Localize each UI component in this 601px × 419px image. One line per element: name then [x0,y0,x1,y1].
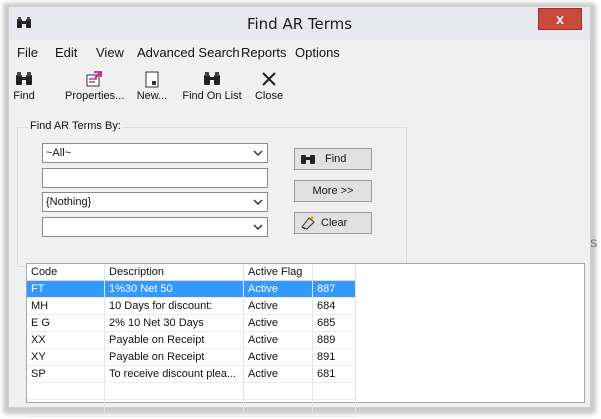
close-window-button[interactable]: x [538,8,582,30]
column-header-description[interactable]: Description [104,264,244,281]
cell-id: 684 [312,297,356,315]
clear-button-label: Clear [321,217,348,229]
cell-description: Payable on Receipt [104,348,244,366]
cell-code: XX [27,331,105,349]
properties-icon [86,71,102,87]
cell-description: 2% 10 Net 30 Days [104,314,244,332]
cell-id: 891 [312,348,356,366]
find-by-group-label: Find AR Terms By: [28,120,123,132]
table-row-empty [27,382,356,400]
properties-toolbar-label: Properties... [65,90,125,102]
cell-active-flag: Active [243,331,313,349]
cell-code: MH [27,297,105,315]
find-button[interactable]: Find [294,148,372,170]
new-document-icon [145,71,159,88]
cell-description: 10 Days for discount: [104,297,244,315]
results-table: Code Description Active Flag FT 1%30 Net… [27,264,356,417]
find-on-list-toolbar-button[interactable]: Find On List [181,70,243,114]
cell-code: FT [27,280,105,298]
menu-reports[interactable]: Reports [241,45,287,60]
second-value-combo[interactable] [42,217,268,237]
table-row[interactable]: XY Payable on Receipt Active 891 [27,348,356,366]
binoculars-icon [301,155,315,164]
table-row[interactable]: MH 10 Days for discount: Active 684 [27,297,356,315]
table-header-row: Code Description Active Flag [27,264,356,281]
clear-button[interactable]: Clear [294,212,372,234]
menu-edit[interactable]: Edit [55,45,77,60]
column-header-id[interactable] [312,264,356,281]
close-toolbar-label: Close [254,90,284,102]
column-header-active-flag[interactable]: Active Flag [243,264,313,281]
chevron-down-icon [253,199,263,206]
cell-description: Payable on Receipt [104,331,244,349]
field-selector-combo[interactable]: ~All~ [42,143,268,163]
cell-code: XY [27,348,105,366]
menu-view[interactable]: View [96,45,124,60]
menu-bar: File Edit View Advanced Search Reports O… [9,40,590,64]
close-toolbar-button[interactable]: Close [253,70,285,114]
column-header-code[interactable]: Code [27,264,105,281]
menu-options[interactable]: Options [295,45,340,60]
cell-active-flag: Active [243,348,313,366]
find-toolbar-label: Find [13,90,35,102]
cell-id: 887 [312,280,356,298]
cell-id: 889 [312,331,356,349]
find-by-group: Find AR Terms By: ~All~ {Nothing} Find M… [17,120,407,267]
title-bar[interactable]: Find AR Terms x [9,7,590,40]
table-row[interactable]: SP To receive discount plea... Active 68… [27,365,356,383]
results-grid[interactable]: Code Description Active Flag FT 1%30 Net… [26,263,585,417]
menu-advanced-search[interactable]: Advanced Search [137,45,240,60]
field-selector-value: ~All~ [46,147,72,159]
cell-code: SP [27,365,105,383]
binoculars-icon [16,72,32,85]
search-value-input[interactable] [42,168,268,188]
properties-toolbar-button[interactable]: Properties... [65,70,125,114]
eraser-icon [301,216,315,230]
cell-description: 1%30 Net 50 [104,280,244,298]
background-edge-text: S [590,238,598,250]
table-row[interactable]: E G 2% 10 Net 30 Days Active 685 [27,314,356,332]
cell-active-flag: Active [243,280,313,298]
table-row-empty [27,399,356,417]
cell-active-flag: Active [243,297,313,315]
chevron-down-icon [253,150,263,157]
cell-active-flag: Active [243,314,313,332]
second-field-value: {Nothing} [46,196,92,208]
table-row[interactable]: FT 1%30 Net 50 Active 887 [27,280,356,298]
cell-active-flag: Active [243,365,313,383]
find-toolbar-button[interactable]: Find [11,70,37,114]
find-button-label: Find [325,153,347,165]
table-row[interactable]: XX Payable on Receipt Active 889 [27,331,356,349]
second-field-combo[interactable]: {Nothing} [42,192,268,212]
cell-code: E G [27,314,105,332]
cell-id: 681 [312,365,356,383]
close-x-icon [262,72,276,86]
new-toolbar-button[interactable]: New... [135,70,169,114]
menu-file[interactable]: File [17,45,38,60]
new-toolbar-label: New... [136,90,168,102]
more-button[interactable]: More >> [294,180,372,202]
find-on-list-toolbar-label: Find On List [182,90,242,102]
cell-description: To receive discount plea... [104,365,244,383]
chevron-down-icon [253,224,263,231]
binoculars-icon [204,72,220,85]
cell-id: 685 [312,314,356,332]
toolbar: Find Properties... New... Find On List C… [9,64,590,116]
window-title: Find AR Terms [246,15,353,33]
